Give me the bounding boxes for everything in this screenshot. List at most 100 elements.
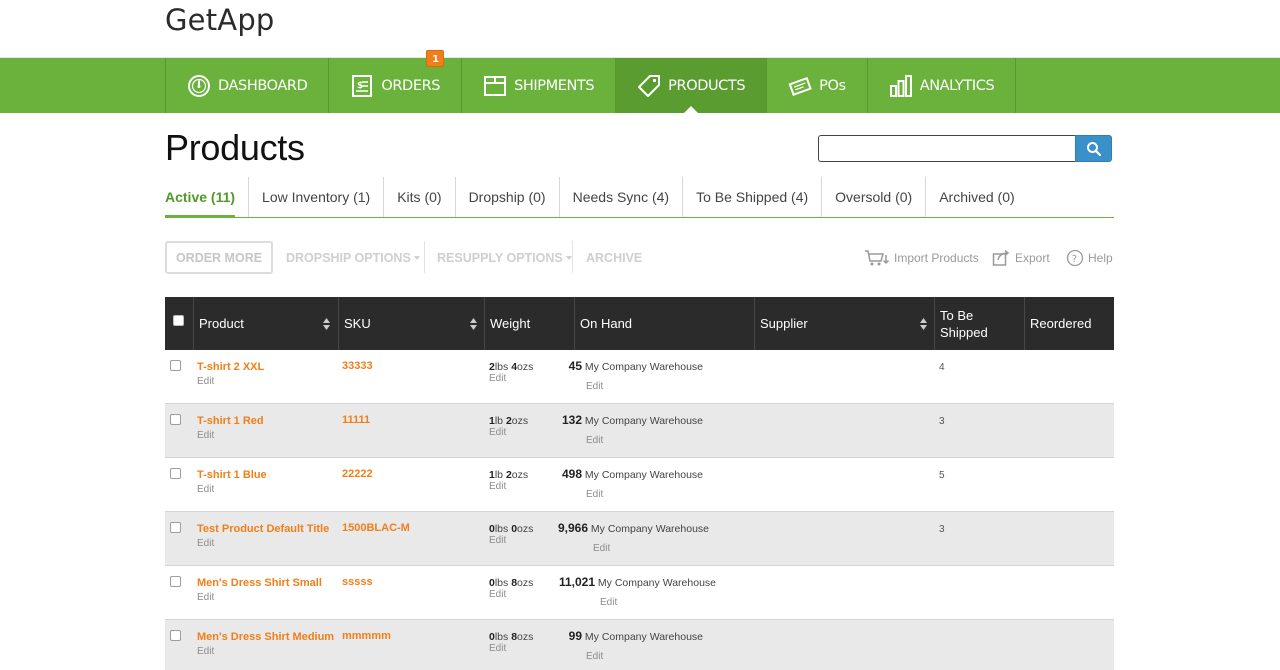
sku-link[interactable]: 11111 — [342, 414, 370, 426]
weight-value: 0lbs 0ozs — [489, 523, 533, 535]
tab-active[interactable]: Active (11) — [165, 177, 250, 218]
nav-item-pos[interactable]: POs — [767, 58, 868, 113]
row-checkbox[interactable] — [170, 630, 181, 641]
sku-link[interactable]: 1500BLAC-M — [342, 522, 410, 534]
export-button[interactable]: Export — [992, 240, 1050, 275]
resupply-options-dropdown[interactable]: RESUPPLY OPTIONS — [437, 240, 572, 275]
column-to-be-shipped-line2: Shipped — [940, 324, 988, 340]
weight-value: 1lb 2ozs — [489, 469, 528, 481]
sku-link[interactable]: sssss — [342, 576, 373, 588]
column-to-be-shipped-line1: To Be — [940, 307, 974, 323]
weight-edit-link[interactable]: Edit — [489, 373, 506, 384]
on-hand-edit-link[interactable]: Edit — [586, 489, 603, 500]
on-hand-cell: 11,021 My Company Warehouse Edit — [545, 575, 725, 608]
dropship-options-dropdown[interactable]: DROPSHIP OPTIONS — [286, 240, 420, 275]
tab-to-be-shipped[interactable]: To Be Shipped (4) — [683, 177, 823, 217]
table-row: Test Product Default Title Edit 1500BLAC… — [165, 512, 1114, 566]
table-row: Men's Dress Shirt Small Edit sssss 0lbs … — [165, 566, 1114, 620]
row-checkbox[interactable] — [170, 522, 181, 533]
product-edit-link[interactable]: Edit — [197, 376, 214, 387]
weight-major-unit: lbs — [494, 523, 512, 535]
nav-label-shipments: SHIPMENTS — [514, 77, 595, 94]
weight-value: 1lb 2ozs — [489, 415, 528, 427]
analytics-bars-icon — [889, 74, 913, 98]
nav-label-products: PRODUCTS — [668, 77, 746, 94]
weight-edit-link[interactable]: Edit — [489, 589, 506, 600]
on-hand-cell: 99 My Company Warehouse Edit — [545, 629, 725, 662]
tab-oversold[interactable]: Oversold (0) — [822, 177, 927, 217]
product-name-link[interactable]: T-shirt 1 Red — [197, 415, 264, 427]
sku-link[interactable]: 22222 — [342, 468, 373, 480]
import-products-button[interactable]: Import Products — [864, 240, 979, 275]
nav-item-products[interactable]: PRODUCTS — [616, 58, 768, 114]
product-name-link[interactable]: T-shirt 1 Blue — [197, 469, 267, 481]
order-more-button[interactable]: ORDER MORE — [165, 241, 273, 274]
nav-label-orders: ORDERS — [381, 77, 441, 94]
nav-item-analytics[interactable]: ANALYTICS — [868, 58, 1017, 113]
warehouse-name: My Company Warehouse — [584, 631, 703, 643]
column-weight: Weight — [484, 297, 574, 350]
product-name-link[interactable]: Men's Dress Shirt Small — [197, 577, 322, 589]
on-hand-edit-link[interactable]: Edit — [586, 381, 603, 392]
on-hand-edit-link[interactable]: Edit — [593, 543, 610, 554]
product-edit-link[interactable]: Edit — [197, 592, 214, 603]
on-hand-edit-link[interactable]: Edit — [600, 597, 617, 608]
tab-low-inventory[interactable]: Low Inventory (1) — [249, 177, 385, 217]
product-name-link[interactable]: Test Product Default Title — [197, 523, 329, 535]
product-edit-link[interactable]: Edit — [197, 646, 214, 657]
sku-link[interactable]: mmmmm — [342, 630, 391, 642]
sort-icon — [323, 318, 330, 330]
weight-edit-link[interactable]: Edit — [489, 535, 506, 546]
column-product[interactable]: Product — [193, 297, 338, 350]
weight-minor-unit: ozs — [517, 523, 534, 535]
on-hand-cell: 9,966 My Company Warehouse Edit — [545, 521, 725, 554]
tab-needs-sync[interactable]: Needs Sync (4) — [560, 177, 684, 217]
column-on-hand-label: On Hand — [580, 316, 633, 331]
column-sku[interactable]: SKU — [338, 297, 484, 350]
on-hand-quantity: 99 — [568, 629, 582, 643]
tab-archived[interactable]: Archived (0) — [926, 177, 1027, 217]
row-checkbox[interactable] — [170, 576, 181, 587]
to-be-shipped-value: 3 — [939, 416, 945, 427]
row-checkbox[interactable] — [170, 360, 181, 371]
weight-edit-link[interactable]: Edit — [489, 643, 506, 654]
search-input[interactable] — [818, 135, 1076, 162]
weight-edit-link[interactable]: Edit — [489, 481, 506, 492]
column-to-be-shipped: To Be Shipped — [934, 297, 1024, 350]
row-checkbox[interactable] — [170, 468, 181, 479]
product-edit-link[interactable]: Edit — [197, 484, 214, 495]
nav-item-shipments[interactable]: SHIPMENTS — [462, 58, 617, 113]
to-be-shipped-value: 5 — [939, 470, 945, 481]
search-button[interactable] — [1075, 135, 1112, 162]
row-checkbox[interactable] — [170, 414, 181, 425]
app-logo[interactable]: GetApp — [165, 3, 275, 37]
search-icon — [1087, 142, 1102, 157]
on-hand-edit-link[interactable]: Edit — [586, 435, 603, 446]
on-hand-cell: 45 My Company Warehouse Edit — [545, 359, 725, 392]
product-edit-link[interactable]: Edit — [197, 538, 214, 549]
weight-edit-link[interactable]: Edit — [489, 427, 506, 438]
to-be-shipped-value: 4 — [939, 362, 945, 373]
column-on-hand: On Hand — [574, 297, 754, 350]
export-label: Export — [1015, 250, 1050, 265]
weight-minor-unit: ozs — [511, 469, 529, 481]
chevron-down-icon — [565, 255, 572, 260]
product-name-link[interactable]: T-shirt 2 XXL — [197, 361, 264, 373]
archive-button[interactable]: ARCHIVE — [586, 240, 642, 275]
import-products-label: Import Products — [894, 250, 979, 265]
dropship-options-label: DROPSHIP OPTIONS — [286, 250, 411, 265]
column-supplier[interactable]: Supplier — [754, 297, 934, 350]
sku-link[interactable]: 33333 — [342, 360, 373, 372]
column-weight-label: Weight — [490, 316, 531, 331]
select-all-checkbox[interactable] — [173, 315, 184, 326]
pos-tickets-icon — [788, 74, 812, 98]
help-button[interactable]: ? Help — [1066, 240, 1113, 275]
tab-dropship[interactable]: Dropship (0) — [456, 177, 560, 217]
product-name-link[interactable]: Men's Dress Shirt Medium — [197, 631, 334, 643]
product-edit-link[interactable]: Edit — [197, 430, 214, 441]
column-supplier-label: Supplier — [760, 316, 808, 331]
on-hand-edit-link[interactable]: Edit — [586, 651, 603, 662]
nav-item-orders[interactable]: 1 $ ORDERS — [329, 50, 463, 113]
tab-kits[interactable]: Kits (0) — [384, 177, 456, 217]
nav-item-dashboard[interactable]: DASHBOARD — [166, 58, 330, 113]
